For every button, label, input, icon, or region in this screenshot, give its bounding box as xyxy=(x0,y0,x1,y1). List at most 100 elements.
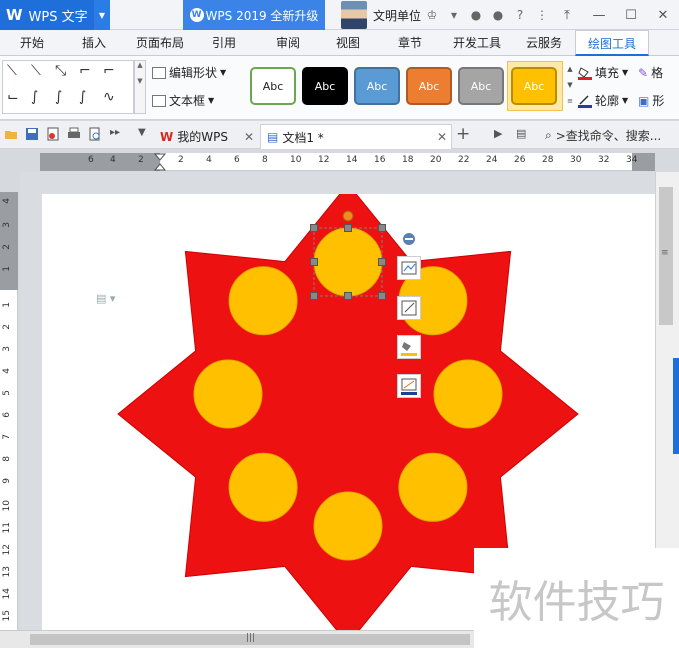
restore-icon[interactable]: ☐ xyxy=(615,8,647,23)
print-icon[interactable] xyxy=(67,127,81,141)
skin-icon[interactable]: ♔ xyxy=(425,8,439,22)
elbow-double-arrow-icon[interactable]: ⌙ xyxy=(7,89,19,105)
command-search[interactable]: ⌕ >查找命令、搜索... xyxy=(545,127,661,144)
shape-style-1[interactable]: Abc xyxy=(250,67,296,105)
customize-toolbar-icon[interactable]: ▼ xyxy=(138,127,152,141)
rotate-handle[interactable] xyxy=(342,210,354,222)
user-account[interactable]: 文明单位 xyxy=(341,0,421,30)
app-menu-button[interactable]: W WPS 文字 ▼ xyxy=(0,0,110,30)
freeform-curve-icon[interactable]: ∿ xyxy=(103,89,115,105)
resize-handle[interactable] xyxy=(310,224,318,232)
circle-shape[interactable] xyxy=(398,452,468,522)
indent-marker-icon[interactable] xyxy=(154,153,166,173)
arrow-shape-icon[interactable]: ⟍ xyxy=(31,63,41,79)
circle-shape[interactable] xyxy=(313,227,383,297)
ruler-tick-label: 3 xyxy=(2,346,12,352)
tab-review[interactable]: 审阅 xyxy=(264,30,312,56)
curved-arrow-connector-icon[interactable]: ∫ xyxy=(55,89,62,105)
shape-style-5[interactable]: Abc xyxy=(458,67,504,105)
format-brush-button[interactable]: ✎ 格 xyxy=(638,64,663,81)
resize-handle[interactable] xyxy=(378,224,386,232)
circle-shape[interactable] xyxy=(228,266,298,336)
save-icon[interactable] xyxy=(25,127,39,141)
outline-button[interactable]: 轮廓 ▼ xyxy=(578,92,628,109)
chevron-down-icon[interactable]: ▼ xyxy=(94,0,110,30)
shape-style-4[interactable]: Abc xyxy=(406,67,452,105)
collapse-toolbar-icon[interactable] xyxy=(402,232,416,246)
tab-view[interactable]: 视图 xyxy=(324,30,372,56)
close-icon[interactable]: ✕ xyxy=(647,8,679,23)
feedback-icon[interactable]: ● xyxy=(491,8,505,22)
share-icon[interactable]: ● xyxy=(469,8,483,22)
elbow-connector-icon[interactable]: ⌐ xyxy=(79,63,91,79)
tab-drawing-tools[interactable]: 绘图工具 xyxy=(575,30,649,56)
edit-shape-icon xyxy=(152,66,166,79)
side-panel-tab[interactable] xyxy=(673,358,679,454)
vertical-ruler[interactable]: 432112345678910111213141516 xyxy=(0,192,18,643)
ruler-tick-label: 4 xyxy=(2,368,12,374)
resize-handle[interactable] xyxy=(310,258,318,266)
search-input[interactable]: >查找命令、搜索... xyxy=(556,127,662,144)
double-arrow-shape-icon[interactable]: ⤡ xyxy=(55,63,66,79)
horizontal-ruler[interactable]: 6 4 2 2 4 6 8 10 12 14 16 18 20 22 24 26 28 30 32 34 xyxy=(40,153,655,171)
export-pdf-icon[interactable] xyxy=(46,127,60,141)
edit-shape-button[interactable]: 编辑形状 ▼ xyxy=(152,64,226,81)
tab-insert[interactable]: 插入 xyxy=(70,30,118,56)
print-preview-icon[interactable] xyxy=(88,127,102,141)
tab-list-icon[interactable]: ▤ xyxy=(516,127,530,141)
ruler-tick-label: 4 xyxy=(206,155,212,165)
tab-home[interactable]: 开始 xyxy=(8,30,56,56)
fill-button[interactable]: 填充 ▼ xyxy=(578,64,628,81)
avatar[interactable] xyxy=(341,1,367,29)
shape-style-3[interactable]: Abc xyxy=(354,67,400,105)
settings-icon[interactable]: ⋮ xyxy=(535,8,549,22)
help-icon[interactable]: ? xyxy=(513,8,527,22)
ruler-tick-label: 8 xyxy=(262,155,268,165)
curved-connector-icon[interactable]: ∫ xyxy=(31,89,38,105)
ruler-tick-label: 14 xyxy=(346,155,358,165)
shape-style-icon[interactable] xyxy=(397,296,421,320)
text-box-icon xyxy=(152,94,166,107)
tab-sections[interactable]: 章节 xyxy=(386,30,434,56)
shape-gallery[interactable]: ⟍ ⟍ ⤡ ⌐ ⌐ ⌙ ∫ ∫ ∫ ∿ xyxy=(2,60,134,114)
elbow-arrow-connector-icon[interactable]: ⌐ xyxy=(103,63,115,79)
circle-shape[interactable] xyxy=(313,491,383,561)
resize-handle[interactable] xyxy=(310,292,318,300)
circle-shape[interactable] xyxy=(433,359,503,429)
style-gallery-scroll[interactable]: ▲ ▼ ≡ xyxy=(565,61,575,111)
tab-page-layout[interactable]: 页面布局 xyxy=(128,30,192,56)
window-layout-icon[interactable]: ▶ xyxy=(494,127,508,141)
upgrade-button[interactable]: W WPS 2019 全新升级 xyxy=(183,0,325,30)
upgrade-label: WPS 2019 全新升级 xyxy=(205,8,319,23)
minimize-icon[interactable]: — xyxy=(583,8,615,23)
doc-tab-document1[interactable]: ▤ 文档1 * ✕ xyxy=(260,124,452,149)
gallery-scroll[interactable]: ▲ ▼ xyxy=(134,60,146,114)
resize-handle[interactable] xyxy=(378,258,386,266)
layout-options-icon[interactable] xyxy=(397,256,421,280)
line-shape-icon[interactable]: ⟍ xyxy=(7,63,17,79)
tab-cloud[interactable]: 云服务 xyxy=(518,30,570,56)
more-commands-icon[interactable]: ▸▸ xyxy=(110,127,124,141)
tab-references[interactable]: 引用 xyxy=(200,30,248,56)
shape-effect-button[interactable]: ▣ 形 xyxy=(638,92,664,109)
close-icon[interactable]: ✕ xyxy=(244,130,254,144)
doc-tab-my-wps[interactable]: W 我的WPS ✕ xyxy=(154,124,258,149)
open-folder-icon[interactable] xyxy=(4,127,18,141)
shape-style-6[interactable]: Abc xyxy=(511,67,557,105)
new-tab-icon[interactable]: + xyxy=(456,124,470,144)
fill-icon[interactable] xyxy=(397,335,421,359)
circle-shape[interactable] xyxy=(193,359,263,429)
shape-style-2[interactable]: Abc xyxy=(302,67,348,105)
close-icon[interactable]: ✕ xyxy=(437,130,447,144)
cloud-icon[interactable]: ▾ xyxy=(447,8,461,22)
resize-handle[interactable] xyxy=(344,224,352,232)
resize-handle[interactable] xyxy=(378,292,386,300)
circle-shape[interactable] xyxy=(228,452,298,522)
resize-handle[interactable] xyxy=(344,292,352,300)
pin-icon[interactable]: ⤒ xyxy=(551,8,583,23)
outline-icon[interactable] xyxy=(397,374,421,398)
chevron-down-icon: ▼ xyxy=(622,68,629,77)
tab-developer[interactable]: 开发工具 xyxy=(446,30,508,56)
text-box-button[interactable]: 文本框 ▼ xyxy=(152,92,214,109)
curved-double-arrow-icon[interactable]: ∫ xyxy=(79,89,86,105)
